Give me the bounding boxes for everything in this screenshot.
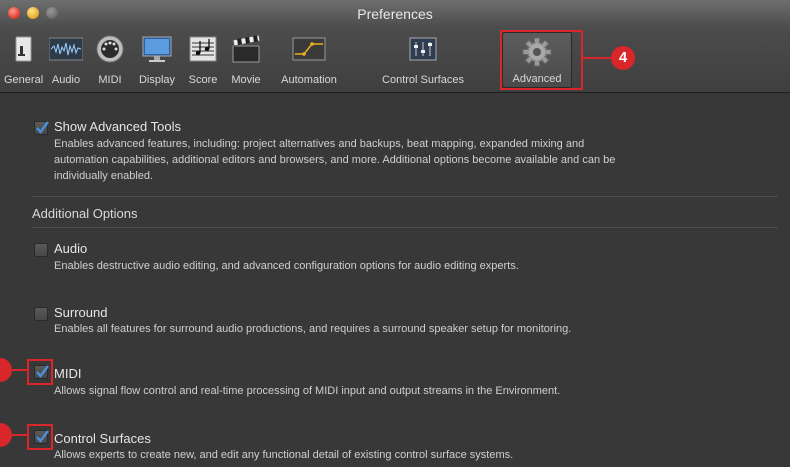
audio-option-label: Audio	[54, 241, 88, 256]
toolbar-label-movie: Movie	[231, 74, 261, 86]
additional-options-heading: Additional Options	[32, 206, 138, 221]
toolbar-label-control-surfaces: Control Surfaces	[382, 74, 464, 86]
toolbar-item-control-surfaces[interactable]: Control Surfaces	[348, 30, 498, 88]
toolbar-item-audio[interactable]: Audio	[44, 30, 88, 88]
toolbar-label-score: Score	[188, 74, 218, 86]
toolbar-item-score[interactable]: Score	[184, 30, 222, 88]
callout-number-control-surfaces	[0, 423, 12, 447]
control-surfaces-icon	[409, 37, 437, 61]
toolbar-label-general: General	[4, 74, 44, 86]
callout-box-advanced	[500, 30, 583, 90]
callout-number-4: 4	[611, 46, 635, 70]
checkmark-icon	[36, 430, 49, 443]
control-surfaces-option-checkbox[interactable]	[34, 430, 49, 444]
audio-icon	[49, 37, 83, 61]
callout-line-advanced	[581, 57, 611, 59]
control-surfaces-option-label: Control Surfaces	[54, 431, 151, 446]
callout-number-midi	[0, 358, 12, 382]
midi-option-description: Allows signal flow control and real-time…	[54, 385, 561, 397]
automation-icon	[292, 37, 326, 61]
window-title: Preferences	[357, 6, 433, 22]
audio-option-checkbox[interactable]	[34, 243, 48, 257]
description-line: Enables advanced features, including: pr…	[54, 138, 585, 150]
midi-option-label: MIDI	[54, 366, 82, 381]
description-line: automation capabilities, additional edit…	[54, 154, 616, 166]
callout-line-control-surfaces	[12, 434, 27, 436]
audio-option-description: Enables destructive audio editing, and a…	[54, 260, 519, 272]
toolbar-label-display: Display	[138, 74, 176, 86]
checkmark-icon	[36, 365, 49, 378]
show-advanced-tools-checkbox[interactable]	[34, 121, 49, 135]
surround-option-description: Enables all features for surround audio …	[54, 323, 572, 335]
toolbar-item-general[interactable]: General	[4, 30, 44, 88]
surround-option-checkbox[interactable]	[34, 307, 48, 321]
advanced-pane: Show Advanced Tools Enables advanced fea…	[0, 93, 790, 467]
checkmark-icon	[36, 121, 49, 134]
show-advanced-tools-label: Show Advanced Tools	[54, 119, 181, 134]
toolbar-item-display[interactable]: Display	[132, 30, 182, 88]
section-divider	[32, 196, 778, 197]
toolbar-label-audio: Audio	[51, 74, 81, 86]
surround-option-label: Surround	[54, 305, 108, 320]
score-icon	[189, 36, 217, 62]
show-advanced-tools-description: Enables advanced features, including: pr…	[54, 136, 780, 184]
title-bar: Preferences General Audio MIDI Display S…	[0, 0, 790, 93]
movie-icon	[232, 34, 261, 63]
callout-line-midi	[12, 369, 27, 371]
general-icon	[15, 36, 32, 62]
toolbar-item-midi[interactable]: MIDI	[90, 30, 130, 88]
preferences-window: Preferences General Audio MIDI Display S…	[0, 0, 790, 467]
midi-icon	[96, 35, 124, 63]
description-line: individually enabled.	[54, 170, 154, 182]
midi-option-checkbox[interactable]	[34, 365, 49, 379]
toolbar-label-midi: MIDI	[98, 74, 122, 86]
display-icon	[142, 36, 172, 62]
toolbar-label-automation: Automation	[281, 74, 337, 86]
toolbar-item-automation[interactable]: Automation	[272, 30, 346, 88]
control-surfaces-option-description: Allows experts to create new, and edit a…	[54, 449, 514, 461]
section-divider	[32, 227, 778, 228]
toolbar-item-movie[interactable]: Movie	[224, 30, 268, 88]
